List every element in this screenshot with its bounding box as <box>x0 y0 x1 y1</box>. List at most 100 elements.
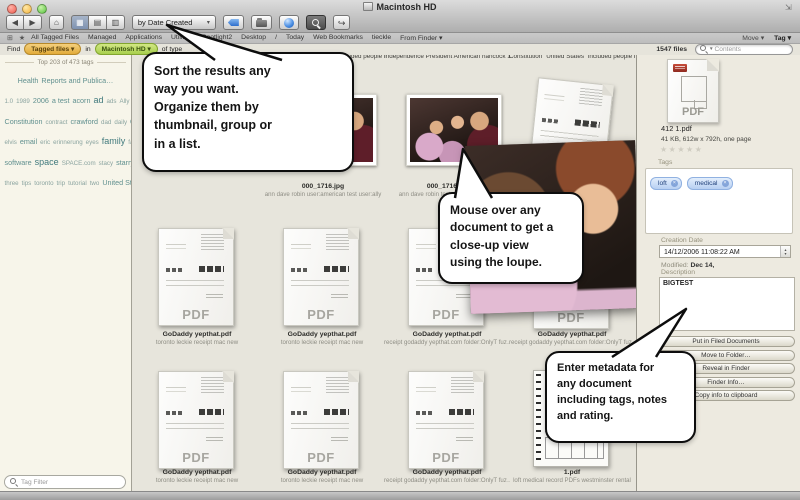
tags-field[interactable]: loft× medical× <box>645 168 793 234</box>
creation-date-value: 14/12/2006 11:08:22 AM <box>664 249 740 256</box>
back-button[interactable]: ◀ <box>6 15 24 30</box>
tag-cloud-tag[interactable]: Health <box>18 76 39 85</box>
tag-cloud-tag[interactable]: eric <box>40 139 50 146</box>
scope-pill[interactable]: Tagged files ▾ <box>24 43 81 55</box>
loupe-bubble-tail <box>448 144 498 200</box>
tag-cloud-tag[interactable]: ad <box>93 95 103 105</box>
content-search-field[interactable]: ▾ Contents <box>695 44 793 55</box>
favorites-item[interactable]: Web Bookmarks <box>313 34 363 42</box>
tag-cloud-tag[interactable]: erinnerung <box>53 139 83 146</box>
pdf-file-icon[interactable]: PDF <box>667 59 719 123</box>
share-toolbar-button[interactable]: ↪ <box>333 15 351 30</box>
description-label: Description <box>661 269 695 276</box>
tag-cloud-tag[interactable]: elvis <box>5 139 17 146</box>
tag-cloud-tag[interactable]: eyes <box>86 139 99 146</box>
loupe-toolbar-button[interactable] <box>306 15 326 30</box>
tag-cloud-tag[interactable]: Ally <box>119 98 129 105</box>
tag-cloud-tag[interactable]: Constitution <box>5 117 43 126</box>
favorites-item[interactable]: From Finder ▾ <box>400 34 442 42</box>
tag-cloud-tag[interactable]: three <box>5 180 19 187</box>
file-name[interactable]: 000_1716.jpg <box>260 183 386 191</box>
file-name[interactable]: 1.pdf <box>509 469 635 477</box>
file-tags: toronto leckie receipt mac new <box>134 339 260 346</box>
share-arrow-icon: ↪ <box>338 18 346 28</box>
tag-cloud-tag[interactable]: two <box>90 180 100 187</box>
item-caption: GoDaddy yepthat.pdf receipt godaddy yept… <box>384 469 510 484</box>
tag-cloud-tag[interactable]: daily <box>114 119 127 126</box>
tag-menu[interactable]: Tag ▾ <box>774 34 791 42</box>
tag-pill[interactable]: medical× <box>687 177 733 190</box>
loupe-icon <box>311 18 321 28</box>
move-menu[interactable]: Move ▾ <box>742 34 764 42</box>
loupe-tutorial-bubble: Mouse over any document to get a close-u… <box>438 192 584 284</box>
home-button[interactable]: ⌂ <box>49 15 64 30</box>
modified-value: Dec 14, <box>690 262 714 269</box>
tag-cloud-tag[interactable]: SPACE.com <box>62 160 96 167</box>
view-thumbnails-button[interactable]: ▦ <box>71 15 89 30</box>
favorites-item[interactable]: Managed <box>88 34 116 42</box>
tag-cloud-tag[interactable]: 1.0 <box>5 98 14 105</box>
tag-cloud-tag[interactable]: database <box>130 116 131 126</box>
window-proxy-icon <box>363 2 373 11</box>
tag-cloud-tag[interactable]: United States <box>102 178 131 187</box>
favorites-item[interactable]: All Tagged Files <box>31 34 79 42</box>
tag-cloud-tag[interactable]: space <box>35 157 59 167</box>
file-name[interactable]: GoDaddy yepthat.pdf <box>384 469 510 477</box>
tag-cloud-tag[interactable]: starry night <box>116 158 131 167</box>
tag-pill[interactable]: loft× <box>650 177 682 190</box>
window-grid-icon[interactable]: ⊞ <box>7 34 13 42</box>
file-name[interactable]: GoDaddy yepthat.pdf <box>259 469 385 477</box>
tag-filter-field[interactable]: Tag Filter <box>4 475 126 489</box>
tag-cloud-tag[interactable]: farah <box>128 139 131 146</box>
tag-cloud-tag[interactable]: contract <box>45 119 67 126</box>
tag-cloud-tag[interactable]: 1989 <box>16 98 30 105</box>
pdf-thumbnail[interactable]: PDF <box>158 228 234 326</box>
remove-tag-icon[interactable]: × <box>722 180 729 187</box>
tag-cloud-tag[interactable]: a test <box>52 96 70 105</box>
tag-cloud-tag[interactable]: 2006 <box>33 96 49 105</box>
find-label: Find <box>7 46 20 53</box>
expand-window-icon[interactable]: ⇲ <box>785 3 794 12</box>
file-name[interactable]: GoDaddy yepthat.pdf <box>134 469 260 477</box>
file-name[interactable]: GoDaddy yepthat.pdf <box>384 331 510 339</box>
file-name[interactable]: GoDaddy yepthat.pdf <box>259 331 385 339</box>
tag-cloud-tag[interactable]: tutorial <box>68 180 87 187</box>
tag-cloud-tag[interactable]: crawford <box>70 117 98 126</box>
tag-cloud-tag[interactable]: toronto <box>34 180 53 187</box>
tag-cloud-tag[interactable]: acorn <box>72 96 90 105</box>
pdf-thumbnail[interactable]: PDF <box>408 371 484 469</box>
rating-stars[interactable]: ★★★★★ <box>660 145 703 154</box>
pdf-thumbnail[interactable]: PDF <box>158 371 234 469</box>
file-tags: toronto leckie receipt mac new <box>134 477 260 484</box>
tag-cloud-tag[interactable]: ads <box>106 98 116 105</box>
tag-cloud-tag[interactable]: tips <box>22 180 32 187</box>
window-title: Macintosh HD <box>376 2 436 12</box>
search-icon <box>700 45 708 53</box>
pdf-thumbnail[interactable]: PDF <box>283 371 359 469</box>
file-name[interactable]: GoDaddy yepthat.pdf <box>134 331 260 339</box>
tag-cloud-tag[interactable]: email <box>20 137 37 146</box>
favorites-star-icon[interactable]: ★ <box>19 34 25 42</box>
pdf-thumbnail[interactable]: PDF <box>283 228 359 326</box>
tag-cloud-tag[interactable]: software <box>5 158 32 167</box>
tag-cloud-tag[interactable]: family <box>102 136 126 146</box>
modified-line: Modified: Dec 14, <box>661 262 714 269</box>
tag-cloud-tag[interactable]: Reports and Publica… <box>41 76 113 85</box>
favorites-item[interactable]: tieckle <box>372 34 391 42</box>
creation-date-field[interactable]: 14/12/2006 11:08:22 AM ▴▾ <box>659 245 791 258</box>
bottom-bar <box>0 491 800 500</box>
item-caption-truncated[interactable]: Constitution "United States" included pe… <box>509 55 635 60</box>
tag-cloud-tag[interactable]: stacy <box>99 160 113 167</box>
date-stepper[interactable]: ▴▾ <box>780 246 790 257</box>
view-group-button[interactable]: ▤ <box>89 15 107 30</box>
remove-tag-icon[interactable]: × <box>671 180 678 187</box>
view-list-button[interactable]: ▥ <box>107 15 125 30</box>
tag-filter-placeholder: Tag Filter <box>21 479 48 486</box>
item-caption: GoDaddy yepthat.pdf toronto leckie recei… <box>259 469 385 484</box>
pdf-label: PDF <box>159 307 233 322</box>
item-caption-truncated[interactable]: Independence President American hancock … <box>384 55 510 60</box>
forward-button[interactable]: ▶ <box>24 15 42 30</box>
tag-cloud-tag[interactable]: dad <box>101 119 111 126</box>
tag-cloud-tag[interactable]: trip <box>57 180 66 187</box>
item-caption: GoDaddy yepthat.pdf toronto leckie recei… <box>134 469 260 484</box>
